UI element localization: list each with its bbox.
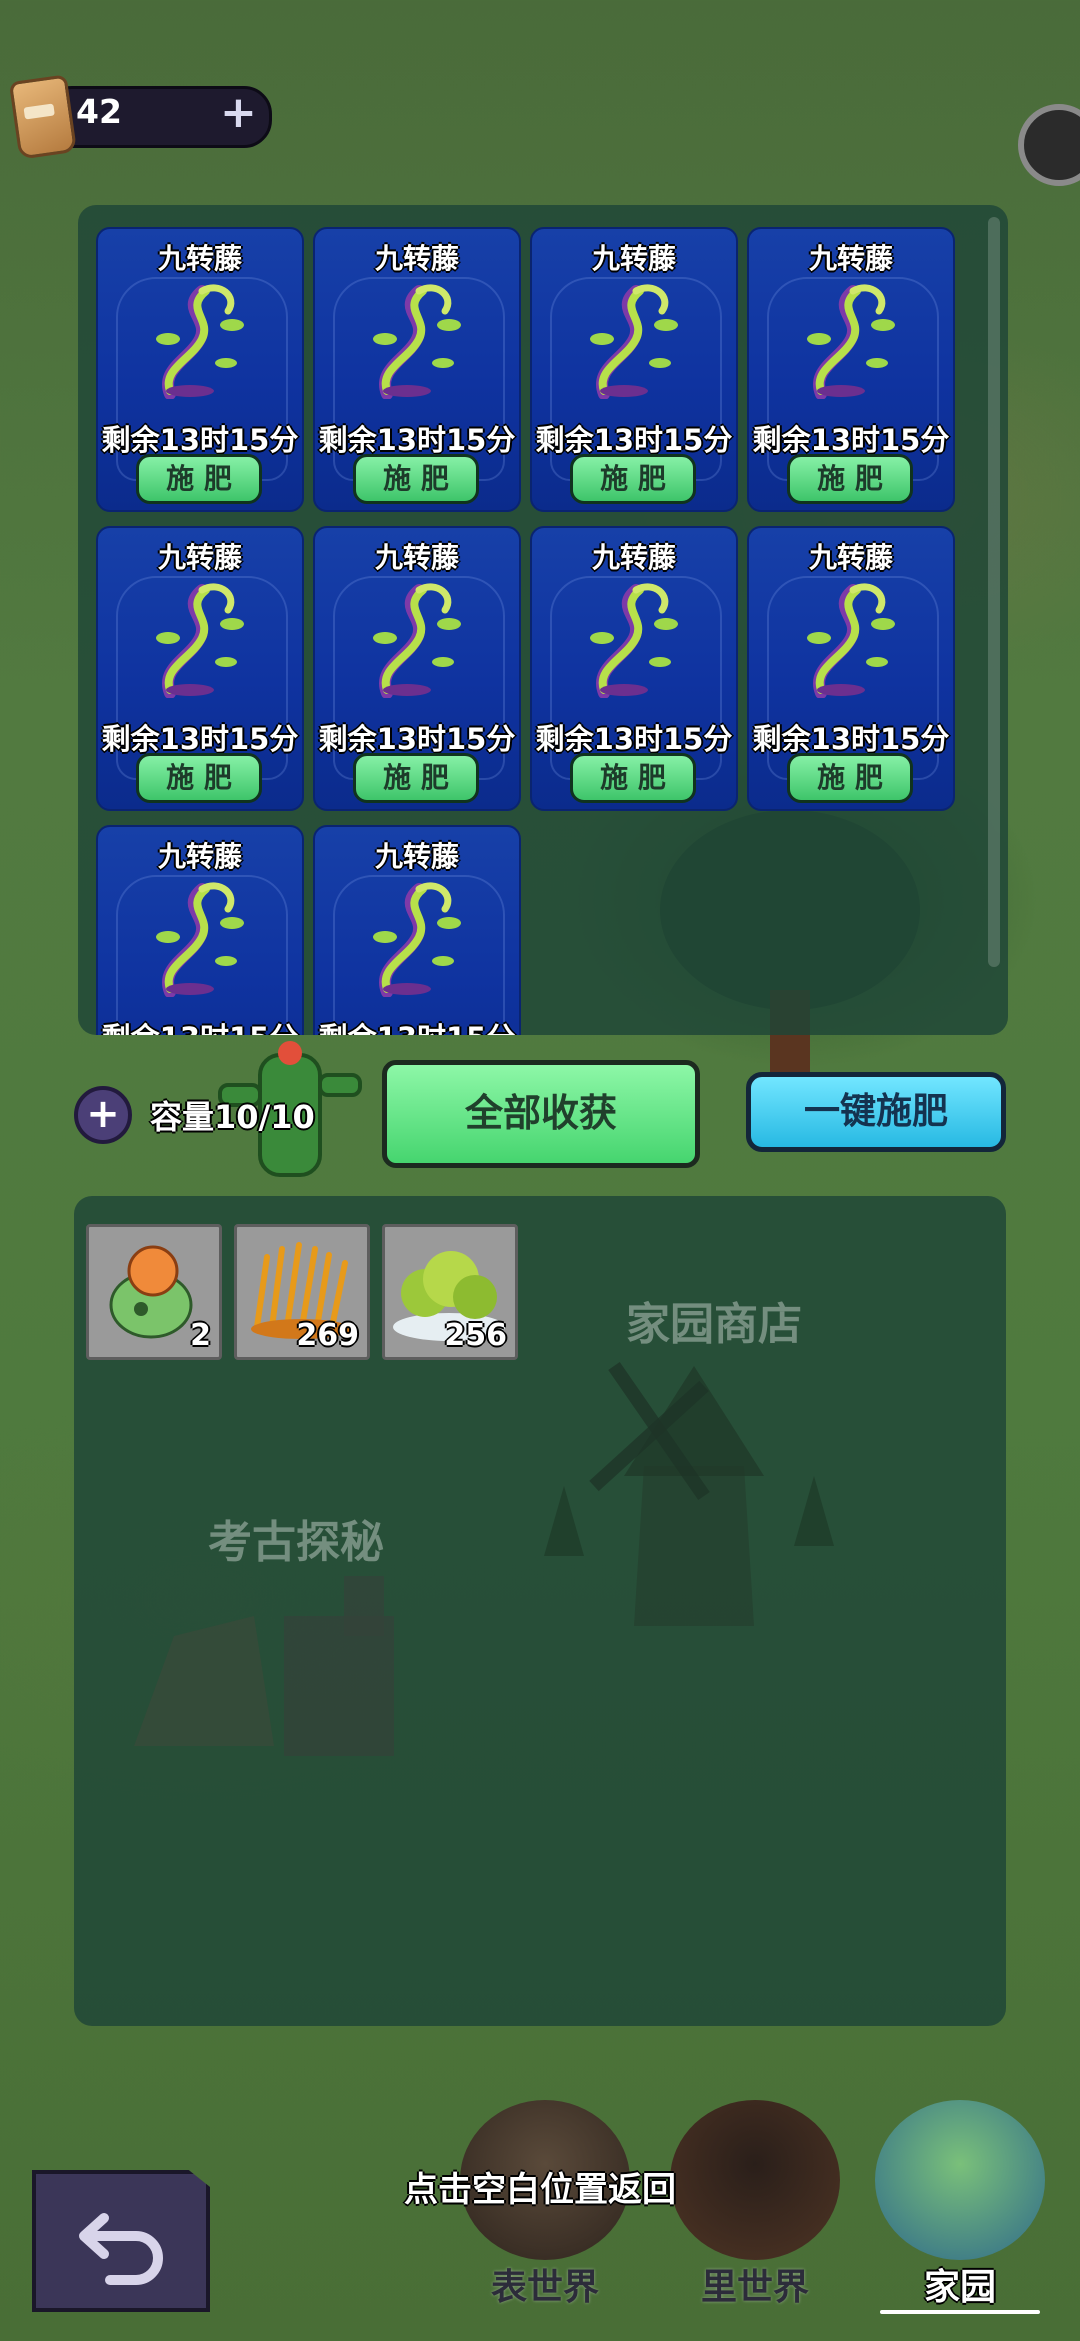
fertilize-button[interactable]: 施 肥 bbox=[787, 753, 913, 803]
vine-plant-icon bbox=[791, 279, 915, 400]
inventory-panel[interactable]: 家园商店 考古探秘 2 269 256 bbox=[74, 1196, 1006, 2026]
growth-timer: 剩余13时15分 bbox=[318, 722, 516, 756]
fertilize-button[interactable]: 施 肥 bbox=[353, 753, 479, 803]
plots-scrollbar[interactable] bbox=[988, 217, 1000, 967]
currency-display: 42 + bbox=[8, 74, 272, 160]
plant-name: 九转藤 bbox=[157, 242, 242, 275]
fertilize-button[interactable]: 施 肥 bbox=[570, 753, 696, 803]
plant-name: 九转藤 bbox=[157, 541, 242, 574]
plant-card[interactable]: 九转藤 剩余13时15分 施 肥 bbox=[96, 227, 304, 512]
plant-card[interactable]: 九转藤 剩余13时15分 施 肥 bbox=[747, 526, 955, 811]
windmill-house-icon bbox=[544, 1362, 834, 1626]
vine-plant-icon bbox=[140, 578, 264, 699]
plant-name: 九转藤 bbox=[374, 541, 459, 574]
vine-plant-icon bbox=[357, 877, 481, 998]
vine-plant-icon bbox=[357, 578, 481, 699]
nav-surface-world-label: 表世界 bbox=[490, 2267, 599, 2308]
vine-plant-icon bbox=[140, 279, 264, 400]
plant-plots-panel[interactable]: 九转藤 剩余13时15分 施 肥 九转藤 剩余13时15分 施 肥 九转藤 剩余… bbox=[78, 205, 1008, 1035]
fertilize-button[interactable]: 施 肥 bbox=[787, 454, 913, 504]
currency-amount: 42 bbox=[76, 92, 122, 131]
harvest-all-button[interactable]: 全部收获 bbox=[382, 1060, 700, 1168]
plant-card[interactable]: 九转藤 剩余13时15分 施 肥 bbox=[96, 825, 304, 1035]
nav-surface-world[interactable]: 表世界 bbox=[450, 2100, 640, 2330]
active-tab-indicator bbox=[880, 2310, 1040, 2314]
inventory-slot[interactable]: 269 bbox=[234, 1224, 370, 1360]
growth-timer: 剩余13时15分 bbox=[752, 423, 950, 457]
fertilize-all-button[interactable]: 一键施肥 bbox=[746, 1072, 1006, 1152]
tap-to-return-hint: 点击空白位置返回 bbox=[404, 2170, 676, 2210]
growth-timer: 剩余13时15分 bbox=[535, 722, 733, 756]
vine-plant-icon bbox=[574, 279, 698, 400]
vine-plant-icon bbox=[574, 578, 698, 699]
vine-plant-icon bbox=[357, 279, 481, 400]
plant-name: 九转藤 bbox=[808, 541, 893, 574]
plant-card[interactable]: 九转藤 剩余13时15分 施 肥 bbox=[96, 526, 304, 811]
ruins-icon bbox=[134, 1576, 394, 1756]
inventory-slot[interactable]: 2 bbox=[86, 1224, 222, 1360]
plant-card[interactable]: 九转藤 剩余13时15分 施 肥 bbox=[313, 526, 521, 811]
add-capacity-button[interactable]: + bbox=[74, 1086, 132, 1144]
plant-card[interactable]: 九转藤 剩余13时15分 施 肥 bbox=[530, 227, 738, 512]
fertilize-button[interactable]: 施 肥 bbox=[570, 454, 696, 504]
vine-plant-icon bbox=[140, 877, 264, 998]
growth-timer: 剩余13时15分 bbox=[535, 423, 733, 457]
plant-card[interactable]: 九转藤 剩余13时15分 施 肥 bbox=[313, 825, 521, 1035]
fertilize-button[interactable]: 施 肥 bbox=[353, 454, 479, 504]
item-count: 2 bbox=[190, 1318, 211, 1353]
growth-timer: 剩余13时15分 bbox=[318, 423, 516, 457]
plant-card[interactable]: 九转藤 剩余13时15分 施 肥 bbox=[530, 526, 738, 811]
fertilize-button[interactable]: 施 肥 bbox=[136, 753, 262, 803]
plant-name: 九转藤 bbox=[808, 242, 893, 275]
seed-bag-icon bbox=[8, 74, 78, 160]
growth-timer: 剩余13时15分 bbox=[752, 722, 950, 756]
plant-name: 九转藤 bbox=[591, 541, 676, 574]
plant-card[interactable]: 九转藤 剩余13时15分 施 肥 bbox=[747, 227, 955, 512]
growth-timer: 剩余13时15分 bbox=[101, 722, 299, 756]
nav-inner-world[interactable]: 里世界 bbox=[660, 2100, 850, 2330]
return-arrow-icon bbox=[79, 2213, 163, 2285]
plant-card[interactable]: 九转藤 剩余13时15分 施 肥 bbox=[313, 227, 521, 512]
add-currency-button[interactable]: + bbox=[220, 91, 257, 135]
vine-plant-icon bbox=[791, 578, 915, 699]
settings-gear-icon[interactable] bbox=[1018, 104, 1080, 186]
item-count: 269 bbox=[296, 1318, 359, 1353]
nav-home[interactable]: 家园 bbox=[865, 2100, 1055, 2330]
growth-timer: 剩余13时15分 bbox=[98, 1015, 302, 1035]
item-count: 256 bbox=[444, 1318, 507, 1353]
nav-inner-world-label: 里世界 bbox=[700, 2267, 809, 2308]
plant-name: 九转藤 bbox=[157, 840, 242, 873]
plant-name: 九转藤 bbox=[591, 242, 676, 275]
inventory-slot[interactable]: 256 bbox=[382, 1224, 518, 1360]
growth-timer: 剩余13时15分 bbox=[101, 423, 299, 457]
fertilize-button[interactable]: 施 肥 bbox=[136, 454, 262, 504]
capacity-label: 容量10/10 bbox=[150, 1098, 315, 1136]
plant-name: 九转藤 bbox=[374, 840, 459, 873]
nav-home-label: 家园 bbox=[923, 2267, 996, 2308]
growth-timer: 剩余13时15分 bbox=[315, 1015, 519, 1035]
plant-name: 九转藤 bbox=[374, 242, 459, 275]
